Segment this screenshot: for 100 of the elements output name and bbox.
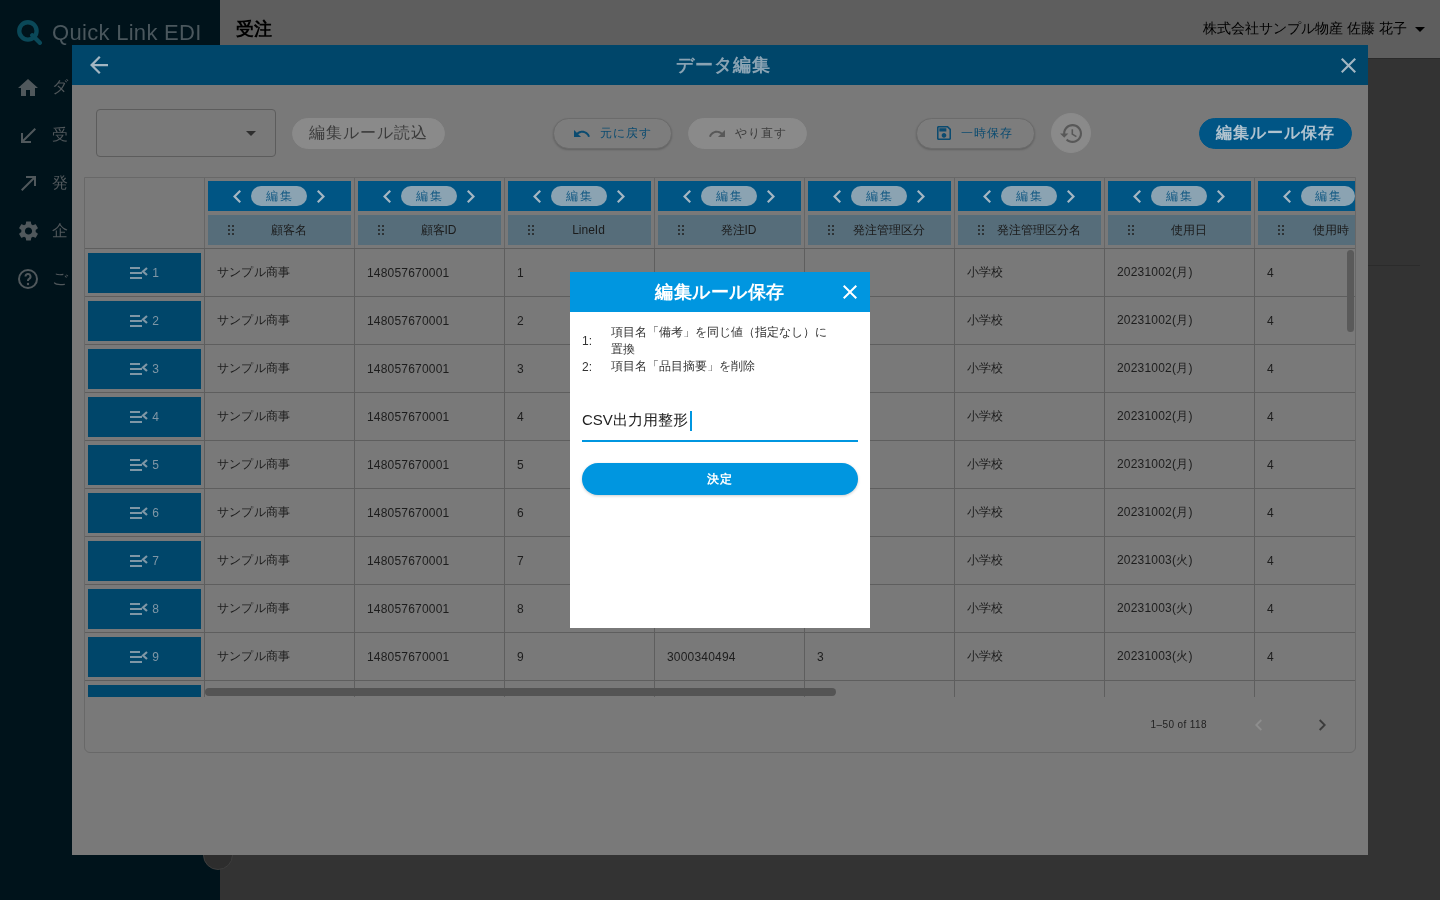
edit-button[interactable]: 編集: [851, 186, 907, 206]
order-class-name: 小学校: [967, 456, 1004, 473]
column-header[interactable]: 発注管理区分: [808, 215, 951, 245]
use-time: 4: [1267, 409, 1274, 424]
edit-button[interactable]: 編集: [401, 186, 457, 206]
undo-button[interactable]: 元に戻す: [553, 117, 673, 149]
chevron-left-icon[interactable]: [833, 189, 841, 203]
order-id: 3000340494: [667, 649, 736, 664]
chevron-right-icon[interactable]: [1067, 189, 1075, 203]
row-menu-button[interactable]: 4: [88, 397, 201, 437]
sidebar-item[interactable]: ダ: [18, 63, 68, 111]
order-class-name: 小学校: [967, 648, 1004, 665]
line-id: 4: [517, 409, 524, 424]
column-header[interactable]: 発注管理区分名: [958, 215, 1101, 245]
column-header[interactable]: 使用日: [1108, 215, 1251, 245]
back-arrow-icon[interactable]: [90, 56, 108, 74]
vertical-scrollbar[interactable]: [1347, 250, 1354, 332]
sidebar-item[interactable]: ご: [18, 255, 68, 303]
save-draft-button[interactable]: 一時保存: [915, 117, 1035, 149]
chevron-left-icon[interactable]: [383, 189, 391, 203]
chevron-right-icon[interactable]: [767, 189, 775, 203]
edit-button[interactable]: 編集: [551, 186, 607, 206]
column-header[interactable]: 顧客名: [208, 215, 351, 245]
caret-down-icon: [1415, 26, 1425, 32]
chevron-left-icon[interactable]: [533, 189, 541, 203]
customer-name: サンプル商事: [217, 360, 291, 377]
edit-button[interactable]: 編集: [251, 186, 307, 206]
chevron-left-icon[interactable]: [1133, 189, 1141, 203]
row-menu-button[interactable]: 3: [88, 349, 201, 389]
sidebar-item[interactable]: 企: [18, 207, 68, 255]
drag-handle-icon[interactable]: [1128, 225, 1134, 235]
rule-number: 2:: [582, 359, 593, 374]
use-date: 20231003(火): [1117, 600, 1193, 617]
row-menu-button[interactable]: 9: [88, 637, 201, 677]
chevron-left-icon[interactable]: [683, 189, 691, 203]
line-id: 8: [517, 601, 524, 616]
edit-button[interactable]: 編集: [1151, 186, 1207, 206]
row-menu-button[interactable]: 5: [88, 445, 201, 485]
sidebar-item[interactable]: 受: [18, 111, 68, 159]
use-date: 20231003(火): [1117, 552, 1193, 569]
drag-handle-icon[interactable]: [678, 225, 684, 235]
column-header[interactable]: LineId: [508, 215, 651, 245]
list-collapse-icon: [130, 507, 149, 519]
horizontal-scrollbar[interactable]: [205, 688, 836, 696]
row-menu-button[interactable]: 1: [88, 253, 201, 293]
rule-select-field[interactable]: [96, 109, 276, 157]
edit-button[interactable]: 編集: [1301, 186, 1355, 206]
row-menu-button[interactable]: 7: [88, 541, 201, 581]
chevron-right-icon[interactable]: [467, 189, 475, 203]
rule-text: 項目名「品目摘要」を削除: [611, 358, 756, 375]
row-menu-button[interactable]: 6: [88, 493, 201, 533]
chevron-right-icon[interactable]: [317, 189, 325, 203]
chevron-right-icon[interactable]: [1217, 189, 1225, 203]
use-date: 20231002(月): [1117, 504, 1193, 521]
edit-button[interactable]: 編集: [1001, 186, 1057, 206]
customer-id: 148057670001: [367, 265, 450, 280]
customer-id: 148057670001: [367, 553, 450, 568]
row-menu-button[interactable]: 8: [88, 589, 201, 629]
chevron-right-icon[interactable]: [617, 189, 625, 203]
app-logo-text: Quick Link EDI: [52, 19, 202, 45]
use-date: 20231002(月): [1117, 360, 1193, 377]
drag-handle-icon[interactable]: [828, 225, 834, 235]
chevron-left-icon[interactable]: [233, 189, 241, 203]
drag-handle-icon[interactable]: [1278, 225, 1284, 235]
drag-handle-icon[interactable]: [228, 225, 234, 235]
use-time: 4: [1267, 265, 1274, 280]
use-time: 4: [1267, 553, 1274, 568]
use-date: 20231003(火): [1117, 648, 1193, 665]
close-icon[interactable]: [843, 285, 857, 299]
drag-handle-icon[interactable]: [978, 225, 984, 235]
drag-handle-icon[interactable]: [378, 225, 384, 235]
use-time: 4: [1267, 505, 1274, 520]
edit-button[interactable]: 編集: [701, 186, 757, 206]
column-header[interactable]: 顧客ID: [358, 215, 501, 245]
undo-arrow-icon: [573, 129, 590, 137]
close-icon[interactable]: [1341, 57, 1356, 73]
column-header[interactable]: 使用時: [1258, 215, 1355, 245]
confirm-button[interactable]: 決定: [582, 463, 858, 495]
row-menu-button[interactable]: 2: [88, 301, 201, 341]
sidebar-item[interactable]: 発: [18, 159, 68, 207]
chevron-right-icon[interactable]: [917, 189, 925, 203]
text-cursor-icon: [689, 410, 692, 431]
save-rules-button[interactable]: 編集ルール保存: [1199, 117, 1352, 149]
rule-name-field[interactable]: CSV出力用整形: [582, 405, 858, 442]
order-class-name: 小学校: [967, 552, 1004, 569]
chevron-left-icon[interactable]: [983, 189, 991, 203]
column-header[interactable]: 発注ID: [658, 215, 801, 245]
list-collapse-icon: [130, 459, 149, 471]
order-class-name: 小学校: [967, 600, 1004, 617]
next-page-icon[interactable]: [1319, 718, 1326, 731]
customer-id: 148057670001: [367, 361, 450, 376]
chevron-left-icon[interactable]: [1283, 189, 1291, 203]
rule-text: 項目名「備考」を同じ値（指定なし）に置換: [611, 324, 828, 358]
order-class-name: 小学校: [967, 312, 1004, 329]
line-id: 9: [517, 649, 524, 664]
user-menu[interactable]: 株式会社サンプル物産 佐藤 花子: [1203, 20, 1425, 38]
q-logo-icon: [16, 19, 42, 45]
drag-handle-icon[interactable]: [528, 225, 534, 235]
use-time: 4: [1267, 361, 1274, 376]
use-date: 20231002(月): [1117, 312, 1193, 329]
